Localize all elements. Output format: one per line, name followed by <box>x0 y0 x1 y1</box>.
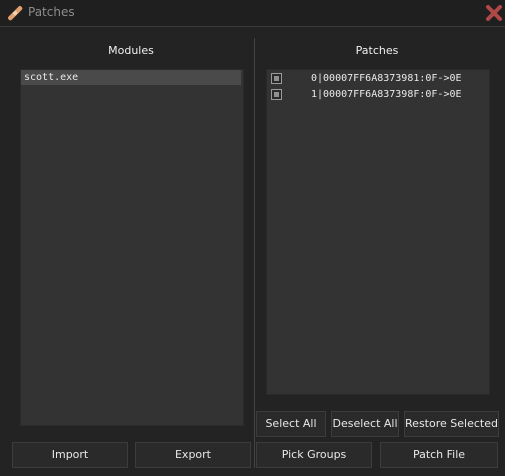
patch-checkbox[interactable] <box>271 89 282 100</box>
patch-item[interactable]: 0|00007FF6A8373981:0F->0E <box>267 71 487 86</box>
import-button[interactable]: Import <box>12 442 128 468</box>
close-icon[interactable] <box>484 3 504 23</box>
restore-selected-button[interactable]: Restore Selected <box>404 411 499 437</box>
deselect-all-button[interactable]: Deselect All <box>331 411 399 437</box>
patch-checkbox[interactable] <box>271 73 282 84</box>
module-item[interactable]: scott.exe <box>21 70 241 85</box>
patches-title: Patches <box>355 44 399 57</box>
select-all-button[interactable]: Select All <box>256 411 326 437</box>
bandage-icon <box>8 6 23 21</box>
patch-label: 1|00007FF6A837398F:0F->0E <box>311 89 462 100</box>
modules-list[interactable]: scott.exe <box>20 69 244 426</box>
title-bar: Patches <box>0 0 505 27</box>
export-button[interactable]: Export <box>135 442 251 468</box>
patches-list[interactable]: 0|00007FF6A8373981:0F->0E 1|00007FF6A837… <box>266 69 490 395</box>
window-title: Patches <box>28 5 75 19</box>
patch-label: 0|00007FF6A8373981:0F->0E <box>311 73 462 84</box>
patch-item[interactable]: 1|00007FF6A837398F:0F->0E <box>267 87 487 102</box>
patch-file-button[interactable]: Patch File <box>380 442 498 468</box>
pick-groups-button[interactable]: Pick Groups <box>256 442 372 468</box>
panel-divider <box>254 38 255 468</box>
modules-title: Modules <box>108 44 154 57</box>
